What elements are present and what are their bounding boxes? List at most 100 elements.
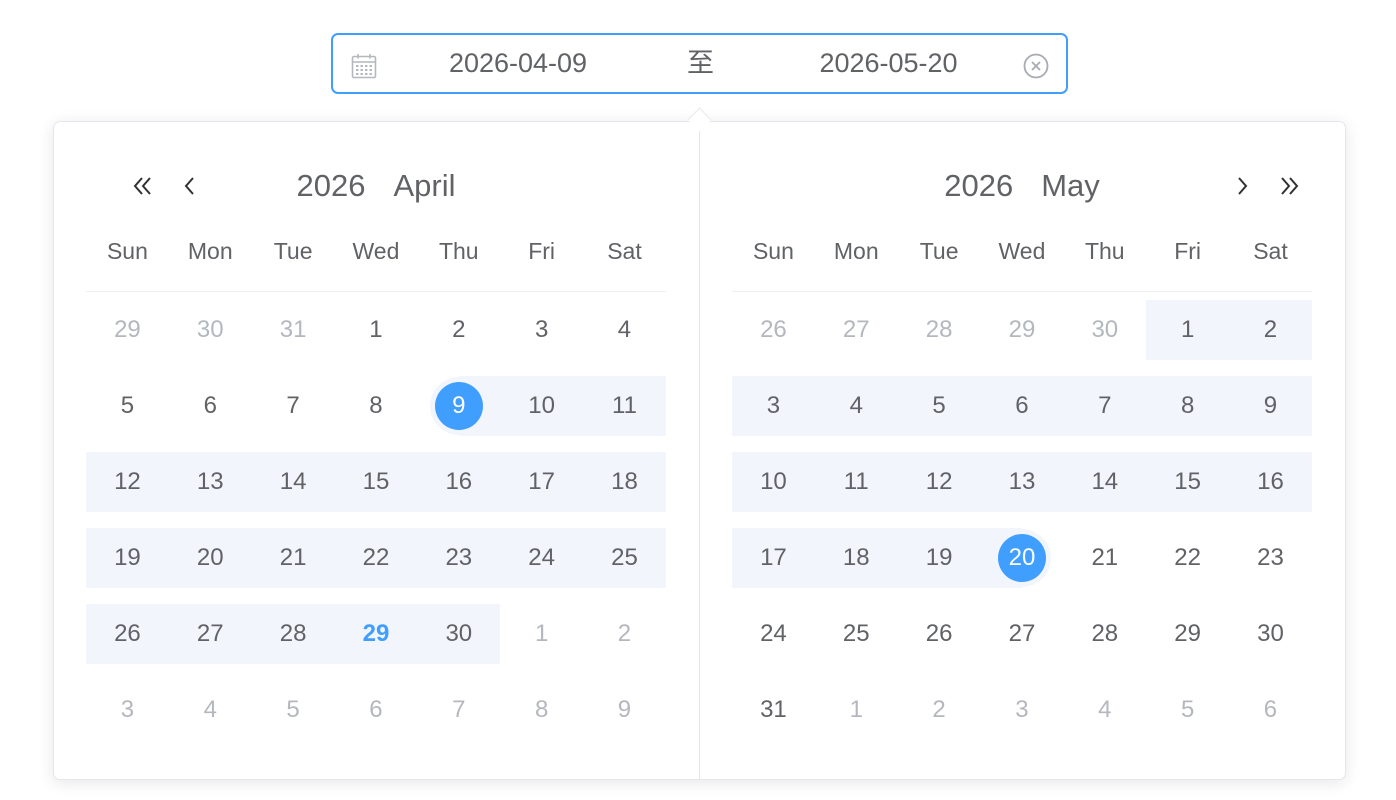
day-cell[interactable]: 4 xyxy=(1063,680,1146,740)
day-cell[interactable]: 10 xyxy=(500,376,584,436)
day-cell[interactable]: 26 xyxy=(732,300,815,360)
day-cell[interactable]: 1 xyxy=(815,680,898,740)
day-cell[interactable]: 28 xyxy=(1063,604,1146,664)
day-cell[interactable]: 6 xyxy=(1229,680,1312,740)
day-cell[interactable]: 14 xyxy=(251,452,335,512)
day-cell[interactable]: 1 xyxy=(335,300,418,360)
right-month-label[interactable]: May xyxy=(1041,168,1100,203)
day-cell[interactable]: 31 xyxy=(732,680,815,740)
range-end-day-cell[interactable]: 20 xyxy=(980,528,1064,588)
day-cell[interactable]: 7 xyxy=(417,680,500,740)
day-cell[interactable]: 27 xyxy=(981,604,1064,664)
day-cell[interactable]: 22 xyxy=(1146,528,1229,588)
day-cell[interactable]: 24 xyxy=(732,604,815,664)
day-cell[interactable]: 7 xyxy=(252,376,335,436)
day-cell[interactable]: 30 xyxy=(1063,300,1146,360)
day-cell[interactable]: 4 xyxy=(583,300,666,360)
day-cell[interactable]: 5 xyxy=(86,376,169,436)
day-cell[interactable]: 13 xyxy=(168,452,252,512)
day-cell[interactable]: 6 xyxy=(169,376,252,436)
day-cell[interactable]: 20 xyxy=(168,528,252,588)
weekday-divider xyxy=(732,291,1312,292)
day-cell[interactable]: 1 xyxy=(1146,300,1230,360)
today-day-cell[interactable]: 29 xyxy=(334,604,418,664)
day-cell[interactable]: 13 xyxy=(980,452,1064,512)
week-row: 31 1 2 3 4 5 6 xyxy=(732,680,1312,740)
day-cell[interactable]: 23 xyxy=(1229,528,1312,588)
day-cell[interactable]: 24 xyxy=(500,528,584,588)
day-cell[interactable]: 1 xyxy=(500,604,583,664)
day-cell[interactable]: 30 xyxy=(417,604,501,664)
day-cell[interactable]: 27 xyxy=(815,300,898,360)
left-year-label[interactable]: 2026 xyxy=(297,168,366,203)
day-cell[interactable]: 26 xyxy=(898,604,981,664)
day-cell[interactable]: 17 xyxy=(732,528,815,588)
day-cell[interactable]: 30 xyxy=(169,300,252,360)
day-cell[interactable]: 21 xyxy=(251,528,335,588)
day-cell[interactable]: 9 xyxy=(1229,376,1312,436)
day-cell[interactable]: 26 xyxy=(86,604,169,664)
day-cell[interactable]: 30 xyxy=(1229,604,1312,664)
day-cell[interactable]: 5 xyxy=(252,680,335,740)
day-cell[interactable]: 9 xyxy=(583,680,666,740)
day-cell[interactable]: 6 xyxy=(335,680,418,740)
day-cell[interactable]: 8 xyxy=(335,376,418,436)
day-cell[interactable]: 7 xyxy=(1063,376,1147,436)
day-cell[interactable]: 28 xyxy=(898,300,981,360)
day-cell[interactable]: 14 xyxy=(1063,452,1147,512)
day-cell[interactable]: 3 xyxy=(981,680,1064,740)
day-cell[interactable]: 3 xyxy=(732,376,815,436)
week-row: 10 11 12 13 14 15 16 xyxy=(732,452,1312,512)
weekday-label: Mon xyxy=(187,238,233,264)
day-cell[interactable]: 3 xyxy=(86,680,169,740)
day-cell[interactable]: 12 xyxy=(86,452,169,512)
day-cell[interactable]: 25 xyxy=(583,528,666,588)
day-cell[interactable]: 18 xyxy=(583,452,666,512)
day-cell[interactable]: 21 xyxy=(1063,528,1146,588)
day-cell[interactable]: 18 xyxy=(814,528,898,588)
day-cell[interactable]: 8 xyxy=(1146,376,1230,436)
day-cell[interactable]: 10 xyxy=(732,452,815,512)
day-cell[interactable]: 29 xyxy=(981,300,1064,360)
week-row: 3 4 5 6 7 8 9 xyxy=(732,376,1312,436)
weekday-label: Sun xyxy=(106,238,148,264)
day-cell[interactable]: 4 xyxy=(814,376,898,436)
date-range-input[interactable]: 2026-04-09 至 2026-05-20 xyxy=(331,33,1068,94)
day-cell[interactable]: 17 xyxy=(500,452,584,512)
day-cell[interactable]: 2 xyxy=(417,300,500,360)
day-cell[interactable]: 19 xyxy=(86,528,169,588)
weekday-label: Sat xyxy=(607,238,642,264)
day-cell[interactable]: 25 xyxy=(815,604,898,664)
day-cell[interactable]: 11 xyxy=(814,452,898,512)
day-cell[interactable]: 5 xyxy=(897,376,981,436)
day-cell[interactable]: 29 xyxy=(86,300,169,360)
end-date-field[interactable]: 2026-05-20 xyxy=(776,35,1001,92)
right-year-label[interactable]: 2026 xyxy=(944,168,1013,203)
day-cell[interactable]: 5 xyxy=(1146,680,1229,740)
day-cell[interactable]: 22 xyxy=(334,528,418,588)
day-cell[interactable]: 3 xyxy=(500,300,583,360)
start-date-field[interactable]: 2026-04-09 xyxy=(403,35,633,92)
day-cell[interactable]: 19 xyxy=(897,528,981,588)
day-cell[interactable]: 4 xyxy=(169,680,252,740)
day-cell[interactable]: 29 xyxy=(1146,604,1229,664)
day-cell[interactable]: 23 xyxy=(417,528,501,588)
weekday-label: Wed xyxy=(352,238,400,264)
day-cell[interactable]: 16 xyxy=(417,452,501,512)
day-cell[interactable]: 2 xyxy=(1229,300,1312,360)
day-cell[interactable]: 16 xyxy=(1229,452,1312,512)
day-cell[interactable]: 12 xyxy=(897,452,981,512)
day-cell[interactable]: 2 xyxy=(898,680,981,740)
day-cell[interactable]: 8 xyxy=(500,680,583,740)
day-cell[interactable]: 2 xyxy=(583,604,666,664)
day-cell[interactable]: 15 xyxy=(1146,452,1230,512)
day-cell[interactable]: 28 xyxy=(251,604,335,664)
day-cell[interactable]: 6 xyxy=(980,376,1064,436)
left-month-label[interactable]: April xyxy=(393,168,455,203)
range-start-day-cell[interactable]: 9 xyxy=(417,376,501,436)
circle-close-icon[interactable] xyxy=(1022,52,1050,80)
day-cell[interactable]: 11 xyxy=(583,376,666,436)
day-cell[interactable]: 27 xyxy=(168,604,252,664)
day-cell[interactable]: 31 xyxy=(252,300,335,360)
day-cell[interactable]: 15 xyxy=(334,452,418,512)
